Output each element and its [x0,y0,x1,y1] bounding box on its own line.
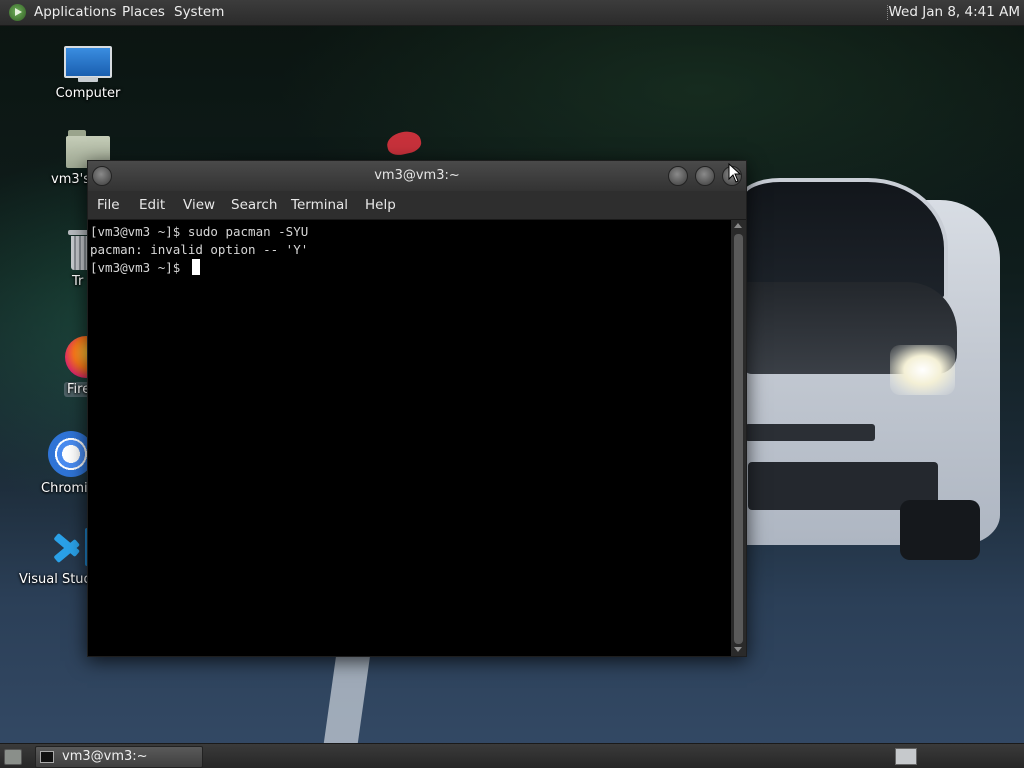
computer-icon [64,46,112,82]
text-cursor [191,259,200,275]
scrollbar-thumb[interactable] [734,234,743,644]
menu-help[interactable]: Help [365,191,396,219]
terminal-line: [vm3@vm3 ~]$ sudo pacman -SYU [90,224,309,239]
terminal-window[interactable]: vm3@vm3:~ File Edit View Search Terminal… [87,160,747,657]
clock[interactable]: Wed Jan 8, 4:41 AM [889,0,1021,25]
window-title: vm3@vm3:~ [374,168,460,183]
terminal-scrollbar[interactable] [731,220,746,656]
terminal-prompt: [vm3@vm3 ~]$ [90,260,188,275]
window-menu-button[interactable] [92,166,112,186]
taskbar-item-terminal[interactable]: vm3@vm3:~ [35,746,203,768]
wallpaper-flag [385,128,423,158]
minimize-button[interactable] [668,166,688,186]
bottom-panel: vm3@vm3:~ [0,743,1024,768]
menu-terminal[interactable]: Terminal [291,191,348,219]
desktop-icon-computer[interactable]: Computer [40,46,136,101]
places-menu[interactable]: Places [122,0,165,25]
scroll-up-arrow-icon[interactable] [734,223,742,228]
desktop-icon-label: Computer [55,86,121,101]
road-marking [323,655,371,743]
menu-file[interactable]: File [97,191,120,219]
maximize-button[interactable] [695,166,715,186]
menu-search[interactable]: Search [231,191,277,219]
terminal-line: pacman: invalid option -- 'Y' [90,242,309,257]
terminal-output[interactable]: [vm3@vm3 ~]$ sudo pacman -SYU pacman: in… [88,220,731,656]
window-titlebar[interactable]: vm3@vm3:~ [88,161,746,191]
show-desktop-icon[interactable] [4,749,22,765]
taskbar-item-label: vm3@vm3:~ [62,749,148,764]
system-menu[interactable]: System [174,0,224,25]
wallpaper-car-grille [745,424,875,441]
applications-menu[interactable]: Applications [34,0,116,25]
terminal-prompt-line: [vm3@vm3 ~]$ [90,259,731,277]
menu-view[interactable]: View [183,191,215,219]
wallpaper-car-tyre [900,500,980,560]
scroll-down-arrow-icon[interactable] [734,647,742,652]
terminal-menubar: File Edit View Search Terminal Help [88,191,746,220]
top-panel: Applications Places System Wed Jan 8, 4:… [0,0,1024,26]
wallpaper-car-headlight [890,345,955,395]
workspace-switcher[interactable] [895,748,917,765]
terminal-icon [40,751,54,763]
distro-logo-icon[interactable] [9,4,26,21]
menu-edit[interactable]: Edit [139,191,165,219]
